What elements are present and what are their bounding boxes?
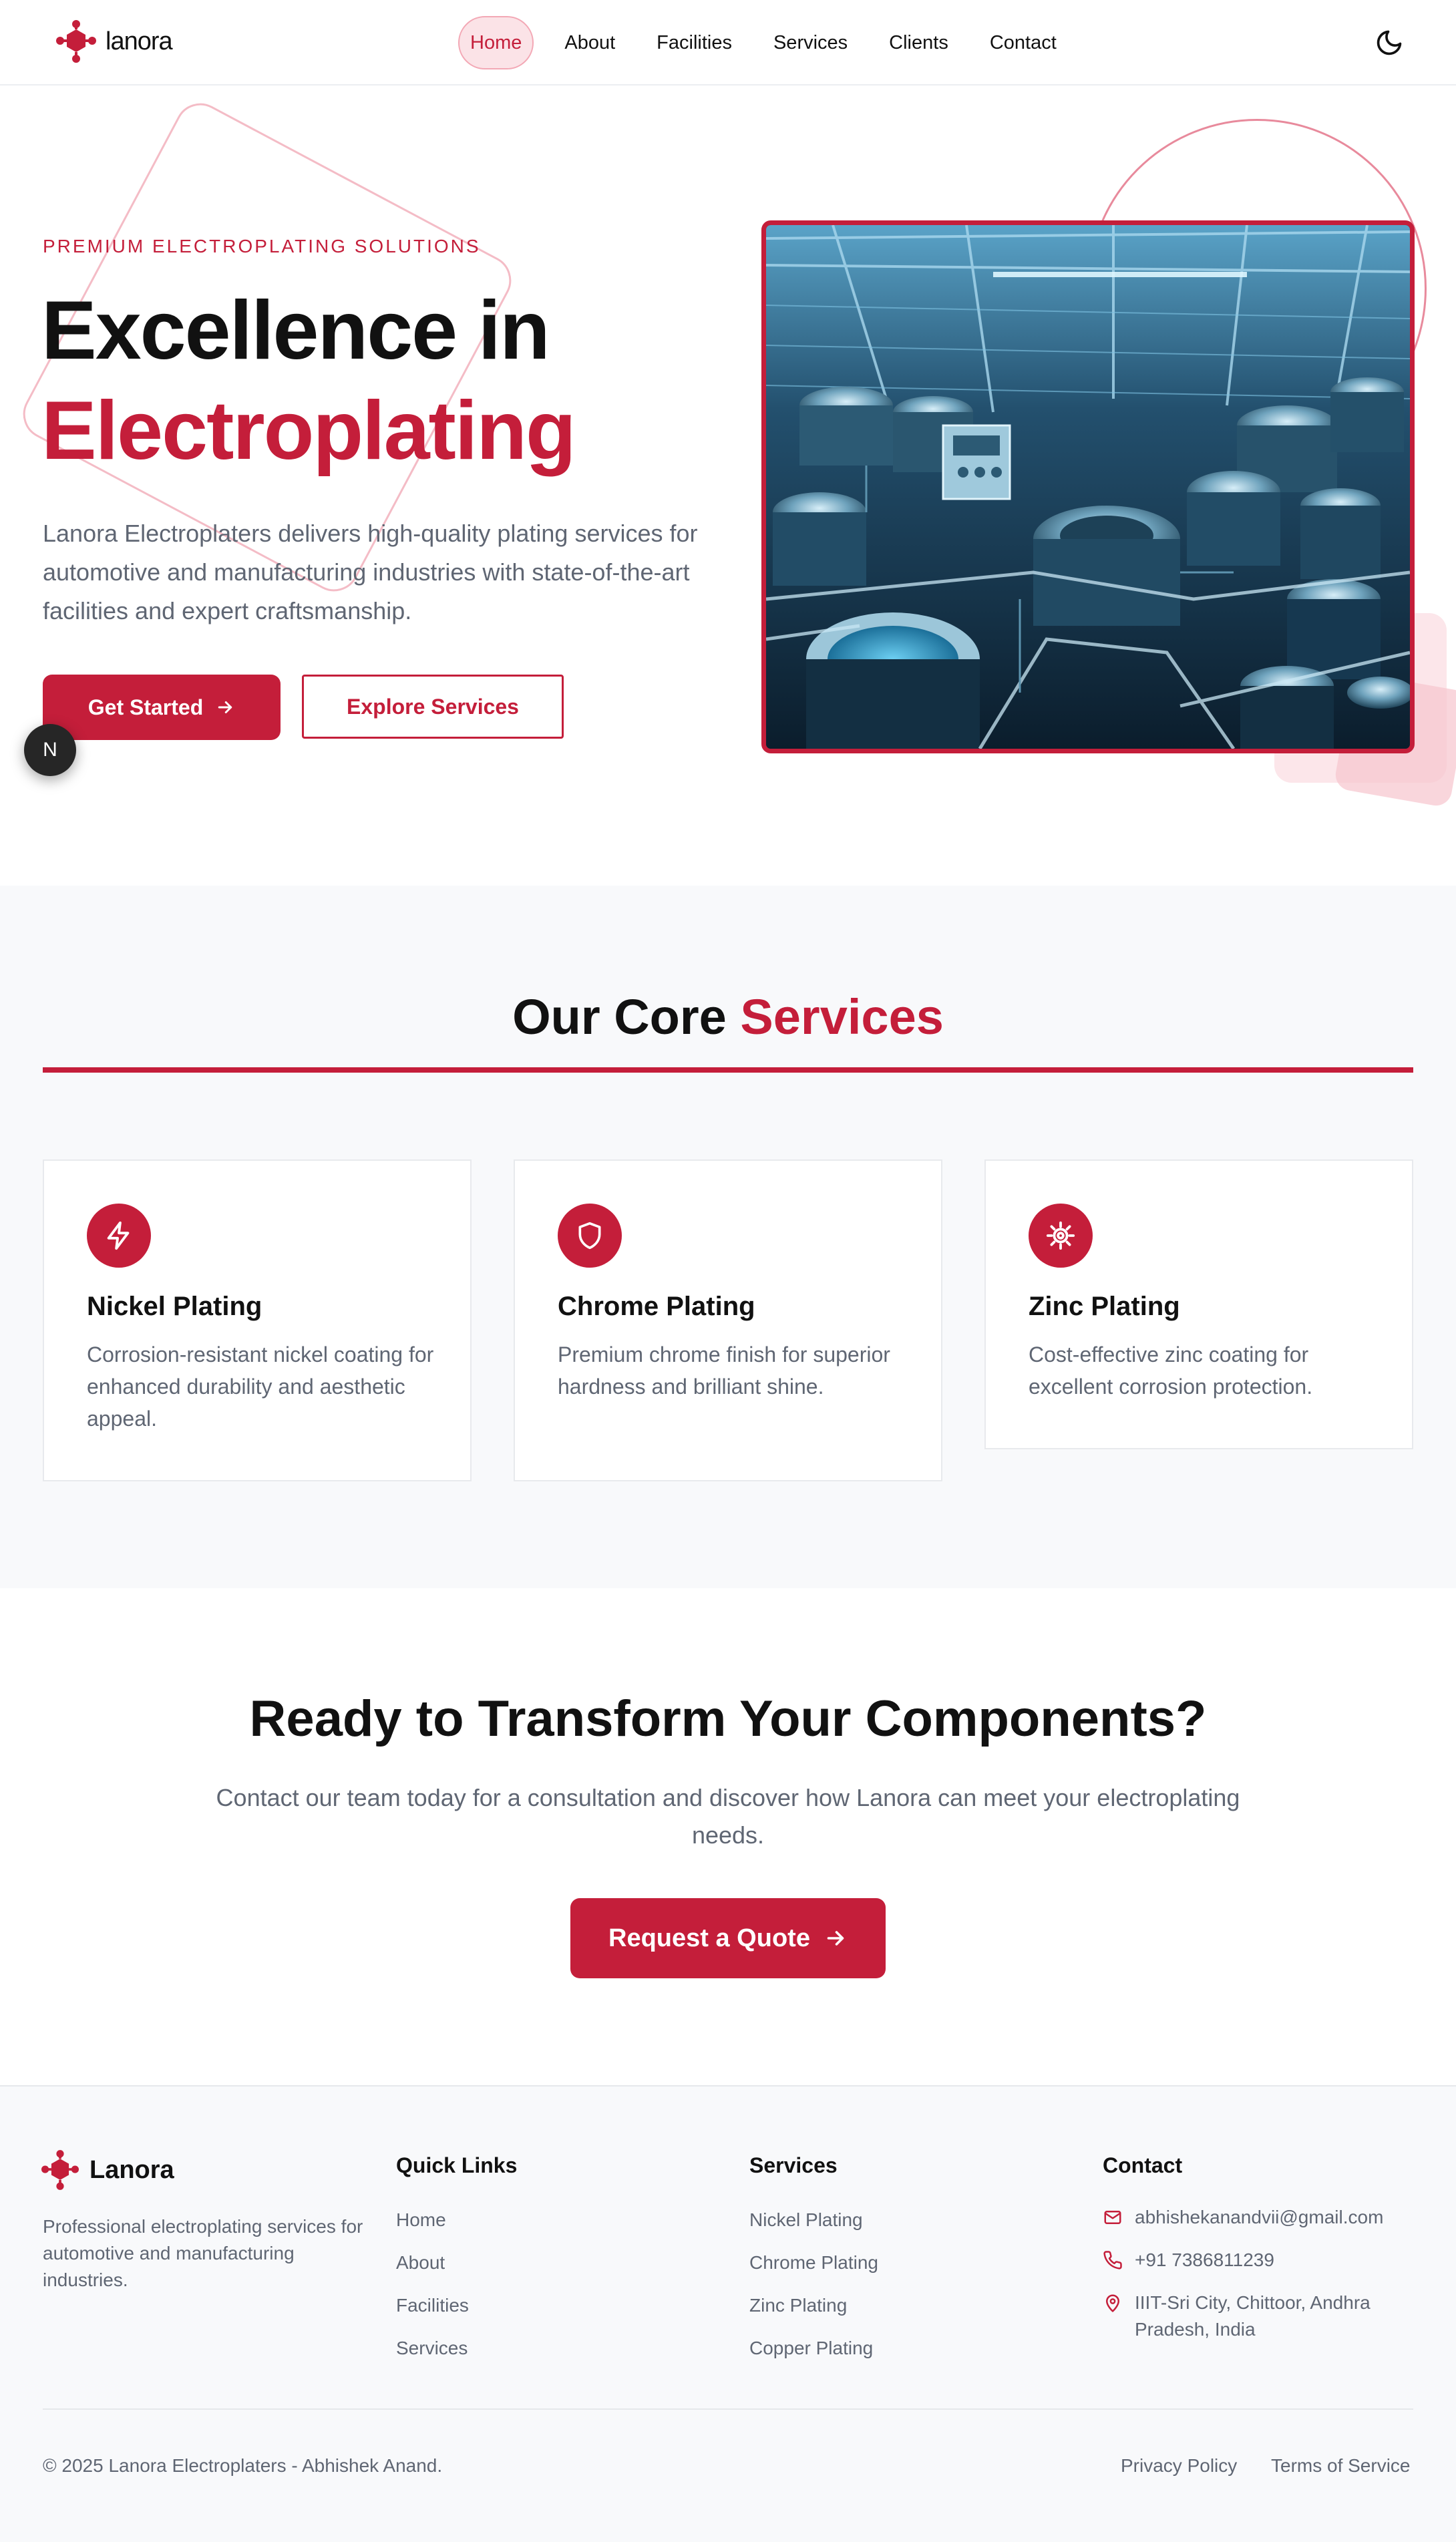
service-title: Nickel Plating [87, 1292, 262, 1321]
main-menu: Home About Facilities Services Clients C… [458, 16, 1087, 69]
moon-icon [1377, 30, 1402, 55]
footer-contact-heading: Contact [1103, 2153, 1183, 2177]
footer-services-heading: Services [749, 2153, 838, 2177]
footer-service-zinc[interactable]: Zinc Plating [749, 2295, 847, 2316]
footer-address: IIIT-Sri City, Chittoor, Andhra Pradesh,… [1103, 2290, 1390, 2343]
hero-eyebrow: PREMIUM ELECTROPLATING SOLUTIONS [43, 236, 481, 256]
service-card-chrome[interactable]: Chrome Plating Premium chrome finish for… [514, 1159, 942, 1481]
footer-phone-text: +91 7386811239 [1135, 2249, 1274, 2270]
service-icon-badge [87, 1204, 151, 1268]
nav-link-facilities[interactable]: Facilities [646, 16, 743, 69]
services-heading: Our Core Services [0, 988, 1456, 1045]
service-description: Premium chrome finish for superior hardn… [558, 1342, 890, 1399]
service-title: Zinc Plating [1029, 1292, 1180, 1321]
service-description: Cost-effective zinc coating for excellen… [1029, 1342, 1313, 1399]
nav-link-about[interactable]: About [554, 16, 626, 69]
services-divider [43, 1067, 1413, 1073]
footer-copyright: © 2025 Lanora Electroplaters - Abhishek … [43, 2455, 443, 2476]
page: lanora Home About Facilities Services Cl… [0, 0, 1456, 2542]
service-card-zinc[interactable]: Zinc Plating Cost-effective zinc coating… [984, 1159, 1413, 1449]
footer-quick-links-heading: Quick Links [396, 2153, 518, 2177]
brand-name: lanora [106, 27, 173, 55]
footer-link-about[interactable]: About [396, 2252, 445, 2274]
footer-service-nickel[interactable]: Nickel Plating [749, 2209, 863, 2231]
get-started-label: Get Started [87, 695, 204, 719]
privacy-policy-link[interactable]: Privacy Policy [1121, 2455, 1237, 2477]
theme-toggle-button[interactable] [1375, 28, 1404, 57]
services-heading-accent: Services [740, 989, 944, 1045]
hero-title-line2: Electroplating [41, 385, 576, 477]
footer-link-facilities[interactable]: Facilities [396, 2295, 469, 2316]
floating-n-badge[interactable]: N [24, 724, 76, 776]
footer-description: Professional electroplating services for… [43, 2216, 363, 2290]
nav-link-services[interactable]: Services [763, 16, 858, 69]
top-nav: lanora Home About Facilities Services Cl… [0, 0, 1456, 85]
get-started-button[interactable]: Get Started [43, 675, 281, 740]
brand-logo[interactable]: lanora [56, 20, 173, 63]
gear-icon [1046, 1221, 1075, 1250]
cta-heading: Ready to Transform Your Components? [249, 1690, 1207, 1747]
footer-brand[interactable]: Lanora [41, 2149, 174, 2191]
arrow-right-icon [827, 1931, 844, 1946]
service-icon-badge [558, 1204, 622, 1268]
footer-service-chrome[interactable]: Chrome Plating [749, 2252, 878, 2274]
footer-address-text: IIIT-Sri City, Chittoor, Andhra Pradesh,… [1135, 2292, 1371, 2340]
service-description: Corrosion-resistant nickel coating for e… [87, 1342, 434, 1431]
footer-link-services[interactable]: Services [396, 2338, 468, 2359]
footer-phone[interactable]: +91 7386811239 [1103, 2247, 1274, 2274]
request-quote-label: Request a Quote [608, 1924, 810, 1952]
hero-facility-image [761, 220, 1415, 753]
footer-service-copper[interactable]: Copper Plating [749, 2338, 873, 2359]
footer-email[interactable]: abhishekanandvii@gmail.com [1103, 2204, 1383, 2231]
hero-title-line1: Excellence in [41, 285, 550, 377]
hero-description: Lanora Electroplaters delivers high-qual… [43, 520, 698, 624]
nav-link-clients[interactable]: Clients [878, 16, 959, 69]
logo-mark-icon [56, 20, 96, 63]
phone-icon [1103, 2251, 1122, 2269]
service-icon-badge [1029, 1204, 1093, 1268]
terms-of-service-link[interactable]: Terms of Service [1271, 2455, 1411, 2477]
request-quote-button[interactable]: Request a Quote [570, 1898, 886, 1978]
nav-link-contact[interactable]: Contact [979, 16, 1067, 69]
footer-email-text: abhishekanandvii@gmail.com [1135, 2207, 1384, 2227]
map-pin-icon [1106, 2294, 1119, 2312]
nav-link-home[interactable]: Home [458, 16, 534, 69]
services-heading-prefix: Our Core [512, 989, 727, 1045]
footer-link-home[interactable]: Home [396, 2209, 446, 2231]
arrow-right-icon [218, 701, 232, 713]
service-card-nickel[interactable]: Nickel Plating Corrosion-resistant nicke… [43, 1159, 472, 1481]
explore-services-button[interactable]: Explore Services [302, 675, 564, 739]
footer-brand-name: Lanora [89, 2155, 174, 2184]
lightning-icon [107, 1221, 130, 1250]
cta-description: Contact our team today for a consultatio… [216, 1784, 1240, 1849]
footer-divider [43, 2408, 1413, 2410]
service-title: Chrome Plating [558, 1292, 755, 1321]
industrial-plant-illustration [766, 225, 1410, 749]
mail-icon [1104, 2211, 1121, 2224]
logo-mark-icon [41, 2150, 79, 2190]
shield-icon [578, 1222, 601, 1250]
